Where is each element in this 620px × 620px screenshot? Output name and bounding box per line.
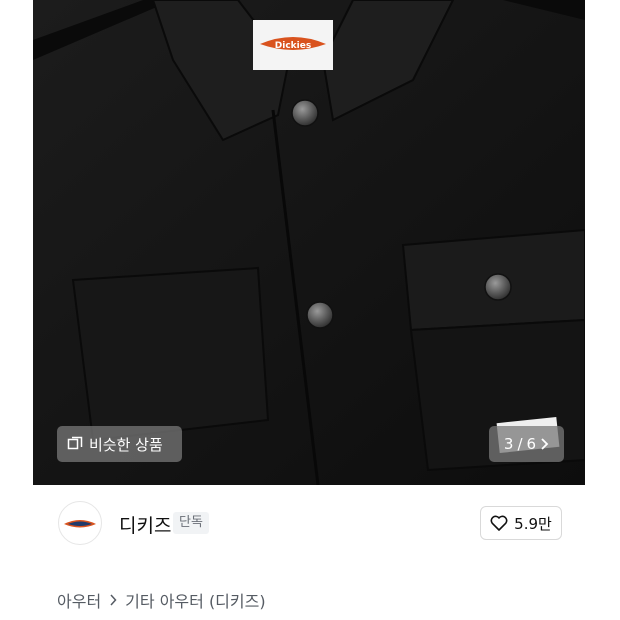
- exclusive-badge: 단독: [173, 512, 209, 534]
- brand-row: 디키즈 단독 5.9만: [33, 485, 585, 565]
- breadcrumb-item-other-outer[interactable]: 기타 아우터 (디키즈): [125, 588, 265, 612]
- jacket-photo: Dickies: [33, 0, 585, 485]
- similar-products-button[interactable]: 비슷한 상품: [57, 426, 182, 462]
- svg-text:Dickies: Dickies: [275, 41, 311, 51]
- product-detail-screen: Dickies 비슷한 상품 3 / 6 디키즈 단독 5.9만 아우터 기타 …: [0, 0, 620, 620]
- similar-products-icon: [67, 436, 83, 450]
- dickies-logo-icon: [64, 520, 96, 528]
- heart-icon: [490, 515, 508, 531]
- like-count: 5.9만: [514, 514, 552, 533]
- pager-separator: /: [517, 435, 523, 453]
- breadcrumb: 아우터 기타 아우터 (디키즈): [57, 588, 266, 612]
- pager-current: 3: [503, 435, 514, 453]
- image-pager[interactable]: 3 / 6: [489, 426, 564, 462]
- breadcrumb-item-outer[interactable]: 아우터: [57, 588, 101, 612]
- brand-logo[interactable]: [58, 501, 102, 545]
- chevron-right-icon: [110, 594, 117, 606]
- chevron-right-icon: [541, 438, 549, 450]
- pager-total: 6: [526, 435, 537, 453]
- product-image[interactable]: Dickies: [33, 0, 585, 485]
- similar-products-label: 비슷한 상품: [89, 435, 163, 454]
- brand-name[interactable]: 디키즈: [119, 511, 171, 538]
- like-button[interactable]: 5.9만: [480, 506, 562, 540]
